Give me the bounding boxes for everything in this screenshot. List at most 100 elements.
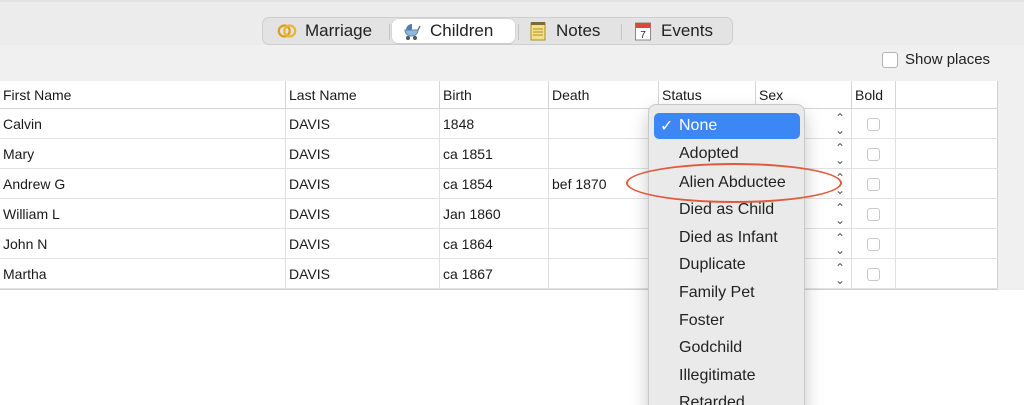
bold-cell xyxy=(852,139,896,169)
bold-cell xyxy=(852,169,896,199)
bold-cell xyxy=(852,259,896,289)
birth-cell[interactable]: ca 1851 xyxy=(440,139,549,169)
first-name-cell[interactable]: William L xyxy=(0,199,286,229)
status-option-family-pet[interactable]: Family Pet xyxy=(654,280,800,306)
table-row[interactable]: William L DAVIS Jan 1860 ⌃ ⌄ xyxy=(0,199,998,229)
up-down-chevron-icon: ⌃ ⌄ xyxy=(834,201,845,227)
table-row[interactable]: John N DAVIS ca 1864 ⌃ ⌄ xyxy=(0,229,998,259)
status-option-retarded[interactable]: Retarded xyxy=(654,390,800,405)
status-option-label: Duplicate xyxy=(679,256,746,273)
status-option-godchild[interactable]: Godchild xyxy=(654,335,800,361)
bold-cell xyxy=(852,109,896,139)
title-bar-edge xyxy=(0,0,1024,2)
status-option-label: Illegitimate xyxy=(679,367,756,384)
status-option-died-as-infant[interactable]: Died as Infant xyxy=(654,225,800,251)
show-places-label: Show places xyxy=(905,51,991,68)
checkmark-icon: ✓ xyxy=(660,118,674,135)
birth-cell[interactable]: ca 1867 xyxy=(440,259,549,289)
table-header: First Name Last Name Birth Death Status … xyxy=(0,81,998,109)
first-name-cell[interactable]: Martha xyxy=(0,259,286,289)
bold-checkbox[interactable] xyxy=(867,177,880,191)
baby-carriage-icon xyxy=(402,21,422,41)
death-cell[interactable] xyxy=(549,139,659,169)
calendar-icon: 7 xyxy=(633,21,653,41)
status-option-label: Retarded xyxy=(679,394,745,405)
tab-notes[interactable]: Notes xyxy=(523,19,618,43)
death-cell[interactable] xyxy=(549,109,659,139)
children-table: First Name Last Name Birth Death Status … xyxy=(0,81,998,290)
status-option-label: Godchild xyxy=(679,339,743,356)
status-option-label: None xyxy=(679,117,718,134)
last-name-cell[interactable]: DAVIS xyxy=(286,169,440,199)
first-name-cell[interactable]: Calvin xyxy=(0,109,286,139)
column-header-birth[interactable]: Birth xyxy=(440,81,549,109)
last-name-cell[interactable]: DAVIS xyxy=(286,259,440,289)
tab-divider xyxy=(621,24,622,40)
table-row[interactable]: Mary DAVIS ca 1851 e⌃⌄ xyxy=(0,139,998,169)
up-down-chevron-icon: ⌃ ⌄ xyxy=(834,171,845,197)
status-dropdown-menu: ✓ None Adopted Alien Abductee Died as Ch… xyxy=(648,104,805,405)
bold-checkbox[interactable] xyxy=(867,237,880,251)
show-places-toggle[interactable]: Show places xyxy=(882,51,990,68)
status-option-died-as-child[interactable]: Died as Child xyxy=(654,197,800,223)
status-option-label: Adopted xyxy=(679,145,739,162)
birth-cell[interactable]: Jan 1860 xyxy=(440,199,549,229)
first-name-cell[interactable]: John N xyxy=(0,229,286,259)
status-option-label: Died as Child xyxy=(679,201,775,218)
status-option-illegitimate[interactable]: Illegitimate xyxy=(654,363,800,389)
up-down-chevron-icon: ⌃ ⌄ xyxy=(834,261,845,287)
bold-checkbox[interactable] xyxy=(867,147,880,161)
notepad-icon xyxy=(528,21,548,41)
tab-label: Notes xyxy=(556,21,601,40)
last-name-cell[interactable]: DAVIS xyxy=(286,139,440,169)
show-places-checkbox[interactable] xyxy=(882,51,898,68)
death-cell[interactable] xyxy=(549,259,659,289)
status-option-duplicate[interactable]: Duplicate xyxy=(654,252,800,278)
view-tabs: Marriage Children Notes 7 Events xyxy=(262,17,733,45)
birth-cell[interactable]: ca 1854 xyxy=(440,169,549,199)
tab-label: Children xyxy=(430,21,494,40)
column-header-bold[interactable]: Bold xyxy=(852,81,896,109)
death-cell[interactable] xyxy=(549,229,659,259)
status-option-label: Family Pet xyxy=(679,284,755,301)
last-name-cell[interactable]: DAVIS xyxy=(286,199,440,229)
bold-cell xyxy=(852,229,896,259)
tab-children[interactable]: Children xyxy=(392,19,515,43)
column-header-death[interactable]: Death xyxy=(549,81,659,109)
column-header-last-name[interactable]: Last Name xyxy=(286,81,440,109)
tab-divider xyxy=(389,24,390,40)
status-option-foster[interactable]: Foster xyxy=(654,308,800,334)
bold-cell xyxy=(852,199,896,229)
first-name-cell[interactable]: Mary xyxy=(0,139,286,169)
tab-label: Events xyxy=(661,21,713,40)
table-row[interactable]: Martha DAVIS ca 1867 e⌃⌄ xyxy=(0,259,998,289)
bold-checkbox[interactable] xyxy=(867,207,880,221)
status-option-none[interactable]: ✓ None xyxy=(654,113,800,139)
table-row[interactable]: Andrew G DAVIS ca 1854 bef 1870 ⌃ ⌄ xyxy=(0,169,998,199)
last-name-cell[interactable]: DAVIS xyxy=(286,229,440,259)
status-option-label: Alien Abductee xyxy=(679,174,786,191)
death-cell[interactable] xyxy=(549,199,659,229)
birth-cell[interactable]: ca 1864 xyxy=(440,229,549,259)
tab-marriage[interactable]: Marriage xyxy=(271,19,386,43)
bold-checkbox[interactable] xyxy=(867,267,880,281)
tab-events[interactable]: 7 Events xyxy=(629,19,729,43)
last-name-cell[interactable]: DAVIS xyxy=(286,109,440,139)
up-down-chevron-icon: ⌃ ⌄ xyxy=(834,231,845,257)
birth-cell[interactable]: 1848 xyxy=(440,109,549,139)
svg-text:7: 7 xyxy=(640,30,646,41)
tab-label: Marriage xyxy=(305,21,373,40)
tab-divider xyxy=(518,24,519,40)
death-cell[interactable]: bef 1870 xyxy=(549,169,659,199)
column-header-first-name[interactable]: First Name xyxy=(0,81,286,109)
up-down-chevron-icon: ⌃ ⌄ xyxy=(834,141,845,167)
first-name-cell[interactable]: Andrew G xyxy=(0,169,286,199)
status-option-alien-abductee[interactable]: Alien Abductee xyxy=(654,170,800,196)
rings-icon xyxy=(277,21,297,41)
empty-table-area xyxy=(0,290,1024,405)
status-option-adopted[interactable]: Adopted xyxy=(654,141,800,167)
table-row[interactable]: Calvin DAVIS 1848 ⌃ ⌄ xyxy=(0,109,998,139)
status-option-label: Died as Infant xyxy=(679,229,778,246)
bold-checkbox[interactable] xyxy=(867,117,880,131)
up-down-chevron-icon: ⌃ ⌄ xyxy=(834,111,845,137)
